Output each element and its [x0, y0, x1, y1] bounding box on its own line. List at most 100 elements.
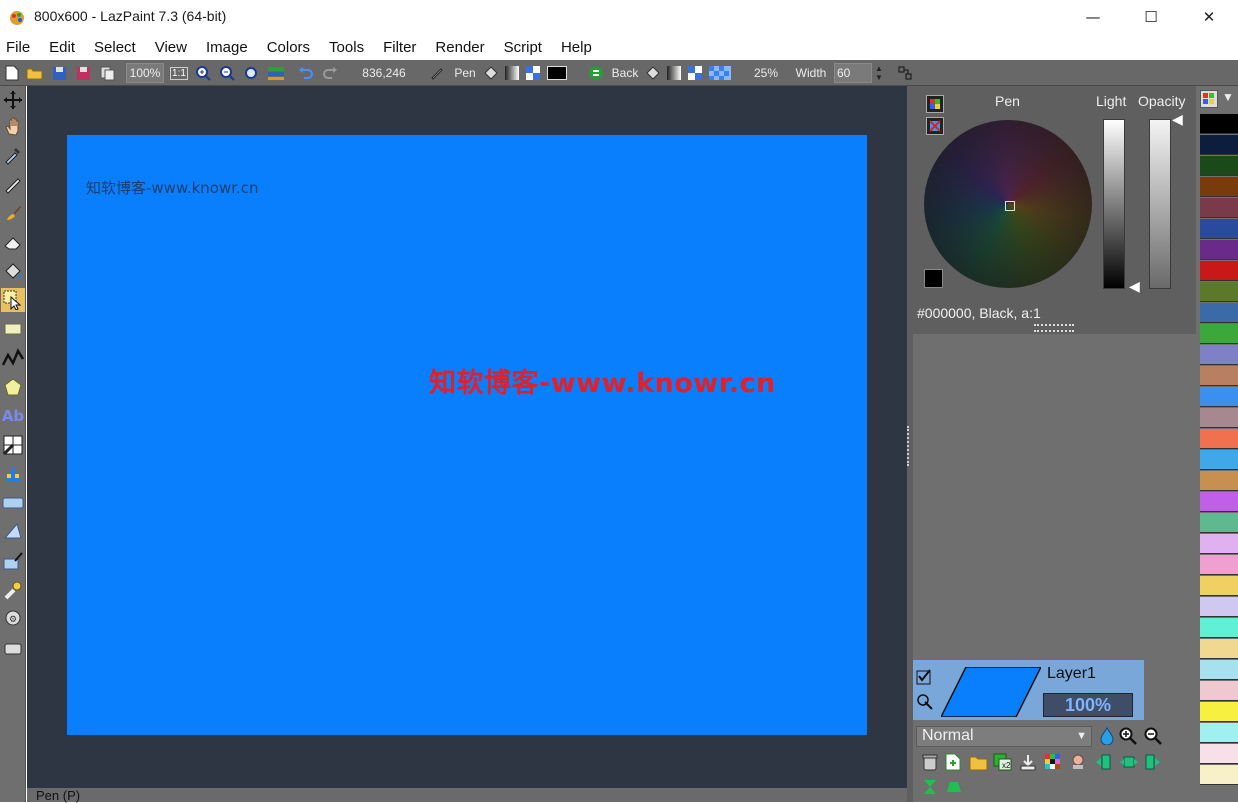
palette-swatch[interactable]	[1200, 156, 1238, 176]
opacity-slider-handle-icon[interactable]: ◀	[1172, 111, 1183, 128]
blend-mode-select[interactable]: Normal ▼	[916, 726, 1092, 747]
pen-texture-icon[interactable]	[524, 63, 542, 83]
pen-icon[interactable]	[1, 172, 25, 196]
palette-swatch[interactable]	[1200, 408, 1238, 428]
image-canvas[interactable]: 知软博客-www.knowr.cn 知软博客-www.knowr.cn	[67, 135, 867, 735]
layer-opacity-field[interactable]: 100%	[1043, 693, 1133, 717]
palette-swatch[interactable]	[1200, 576, 1238, 596]
reset-colors-icon[interactable]	[926, 117, 944, 135]
palette-swatch[interactable]	[1200, 555, 1238, 575]
menu-select[interactable]: Select	[94, 39, 136, 56]
select-pen-icon[interactable]	[1, 288, 25, 312]
phong-shape-icon[interactable]	[1, 520, 25, 544]
palette-swatch[interactable]	[1200, 345, 1238, 365]
palette-swatch[interactable]	[1200, 177, 1238, 197]
palette-swatch[interactable]	[1200, 765, 1238, 785]
eraser-icon[interactable]	[1, 230, 25, 254]
back-opacity-box[interactable]: 25%	[748, 63, 784, 83]
opacity-slider[interactable]	[1149, 119, 1171, 289]
back-gradient-icon[interactable]	[665, 63, 683, 83]
layer-move-left-icon[interactable]	[1094, 753, 1112, 776]
smart-zoom-icon[interactable]: ⚙	[1, 607, 25, 631]
new-file-icon[interactable]	[4, 63, 20, 83]
palette-swatch[interactable]	[1200, 618, 1238, 638]
move-selection-icon[interactable]	[1, 88, 25, 112]
zoom-in-icon[interactable]	[194, 63, 212, 83]
clone-stamp-icon[interactable]	[1, 578, 25, 602]
pen-gradient-icon[interactable]	[503, 63, 521, 83]
palette-swatch[interactable]	[1200, 324, 1238, 344]
palette-swatch[interactable]	[1200, 639, 1238, 659]
palette-swatch[interactable]	[1200, 135, 1238, 155]
layer-visible-checkbox[interactable]	[916, 669, 932, 690]
back-color-swatch[interactable]	[708, 63, 732, 83]
menu-help[interactable]: Help	[561, 39, 592, 56]
palette-swatch[interactable]	[1200, 366, 1238, 386]
palette-swatch[interactable]	[1200, 492, 1238, 512]
duplicate-layer-icon[interactable]: x2	[993, 753, 1013, 776]
layer-fit-icon[interactable]	[1119, 753, 1139, 776]
pen-color-swatch[interactable]	[546, 63, 568, 83]
layer-item[interactable]: Layer1 100%	[913, 660, 1144, 720]
layer-blend-icon[interactable]	[916, 693, 934, 716]
color-picker-icon[interactable]	[1, 143, 25, 167]
open-layer-icon[interactable]	[969, 753, 988, 776]
menu-image[interactable]: Image	[206, 39, 248, 56]
back-fill-icon[interactable]	[644, 63, 662, 83]
palette-swatch[interactable]	[1200, 219, 1238, 239]
redo-icon[interactable]	[320, 63, 340, 83]
actual-size-button[interactable]: 1:1	[170, 63, 188, 83]
merge-down-icon[interactable]	[1019, 753, 1037, 776]
palette-swatch[interactable]	[1200, 303, 1238, 323]
minimize-button[interactable]: —	[1064, 0, 1122, 34]
new-layer-icon[interactable]	[945, 753, 961, 776]
layer-opacity-drop-icon[interactable]	[1098, 727, 1116, 750]
width-field[interactable]: 60	[834, 63, 872, 83]
palette-swatch[interactable]	[1200, 513, 1238, 533]
color-wheel-cursor[interactable]	[1005, 201, 1015, 211]
zoom-out-icon[interactable]	[218, 63, 236, 83]
undo-icon[interactable]	[296, 63, 316, 83]
layer-stamp-icon[interactable]	[1069, 753, 1087, 776]
palette-swatch[interactable]	[1200, 198, 1238, 218]
layer-crop-icon[interactable]	[1, 636, 25, 660]
palette-swatch[interactable]	[1200, 240, 1238, 260]
polyline-icon[interactable]	[1, 346, 25, 370]
palette-swatch[interactable]	[1200, 597, 1238, 617]
palette-swatch[interactable]	[1200, 471, 1238, 491]
save-as-icon[interactable]	[74, 63, 92, 83]
palette-swatch[interactable]	[1200, 702, 1238, 722]
layer-move-right-icon[interactable]	[1144, 753, 1162, 776]
open-file-icon[interactable]	[25, 63, 43, 83]
layer-zoom-out-icon[interactable]	[1144, 727, 1162, 750]
palette-swatch[interactable]	[1200, 681, 1238, 701]
palette-swatch[interactable]	[1200, 261, 1238, 281]
menu-edit[interactable]: Edit	[49, 39, 75, 56]
polygon-icon[interactable]	[1, 375, 25, 399]
color-mode-icon[interactable]	[926, 95, 944, 113]
fill-bucket-icon[interactable]	[1, 259, 25, 283]
gradient-icon[interactable]	[1, 462, 25, 486]
palette-swatch[interactable]	[1200, 429, 1238, 449]
pen-fill-icon[interactable]	[482, 63, 500, 83]
width-stepper[interactable]: ▲ ▼	[873, 63, 885, 83]
menu-render[interactable]: Render	[435, 39, 484, 56]
close-button[interactable]: ✕	[1180, 0, 1238, 34]
palette-swatch[interactable]	[1200, 114, 1238, 134]
toolbar-options-icon[interactable]	[896, 63, 914, 83]
zoom-level-field[interactable]: 100%	[126, 63, 164, 83]
layer-zoom-in-icon[interactable]	[1119, 727, 1137, 750]
perspective-icon[interactable]	[1, 491, 25, 515]
layer-flip-icon[interactable]	[921, 778, 939, 801]
swap-colors-icon[interactable]	[586, 63, 606, 83]
stepper-down-icon[interactable]: ▼	[875, 73, 883, 82]
layer-transform-icon[interactable]	[1, 549, 25, 573]
menu-tools[interactable]: Tools	[329, 39, 364, 56]
text-tool-icon[interactable]: Ab	[1, 404, 25, 428]
menu-view[interactable]: View	[155, 39, 187, 56]
palette-swatch[interactable]	[1200, 723, 1238, 743]
lightness-slider-handle-icon[interactable]: ◀	[1129, 278, 1140, 295]
lightness-slider[interactable]	[1103, 119, 1125, 289]
palette-menu-icon[interactable]	[1200, 90, 1218, 108]
color-panel-resize-grip[interactable]	[1034, 324, 1074, 332]
